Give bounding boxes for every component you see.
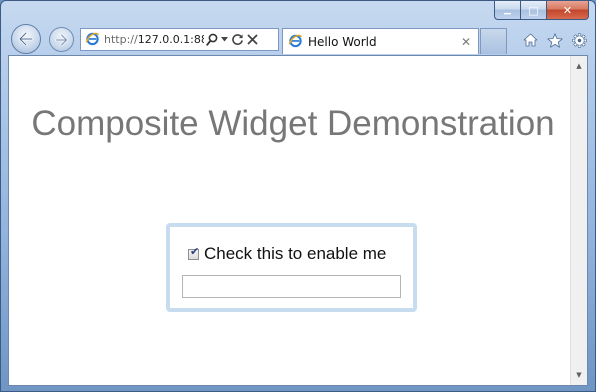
composite-text-input[interactable] xyxy=(182,275,401,298)
maximize-icon: □ xyxy=(528,3,539,17)
page-content: Composite Widget Demonstration ✔ Check t… xyxy=(8,55,588,386)
forward-arrow-icon xyxy=(55,33,68,46)
address-bar[interactable]: http://127.0.0.1:888 xyxy=(80,28,279,51)
browser-tool-icons xyxy=(523,29,587,51)
scroll-down-icon[interactable]: ▼ xyxy=(571,367,587,383)
tab-title: Hello World xyxy=(308,34,377,49)
address-host: 127.0.0.1:888 xyxy=(137,33,204,46)
tab-hello-world[interactable]: Hello World ✕ xyxy=(282,28,479,54)
ie-page-icon xyxy=(85,31,100,49)
composite-widget-panel: ✔ Check this to enable me xyxy=(166,223,417,312)
minimize-button[interactable]: ▁ xyxy=(494,1,520,20)
refresh-icon[interactable] xyxy=(231,33,244,46)
minimize-icon: ▁ xyxy=(504,4,511,15)
tab-close-button[interactable]: ✕ xyxy=(458,35,474,49)
browser-window: ▁ □ ✕ http://127.0.0.1:888 xyxy=(0,0,596,392)
back-button[interactable] xyxy=(11,24,41,54)
new-tab-button[interactable] xyxy=(480,28,507,54)
home-icon[interactable] xyxy=(523,33,538,47)
search-icon[interactable] xyxy=(206,33,218,46)
close-icon: ✕ xyxy=(562,3,573,17)
enable-checkbox-row[interactable]: ✔ Check this to enable me xyxy=(188,244,386,264)
address-tools xyxy=(206,33,258,46)
page-title: Composite Widget Demonstration xyxy=(31,104,555,143)
stop-icon[interactable] xyxy=(247,34,258,45)
maximize-button[interactable]: □ xyxy=(520,1,546,20)
address-protocol: http:// xyxy=(104,33,138,46)
checkmark-icon: ✔ xyxy=(190,245,200,258)
address-url[interactable]: http://127.0.0.1:888 xyxy=(104,33,204,46)
close-window-button[interactable]: ✕ xyxy=(546,1,589,20)
enable-checkbox-label[interactable]: Check this to enable me xyxy=(204,244,386,264)
window-caption-buttons: ▁ □ ✕ xyxy=(494,1,589,21)
chevron-down-icon[interactable] xyxy=(221,37,228,42)
favorites-star-icon[interactable] xyxy=(547,32,563,48)
ie-tab-icon xyxy=(288,33,303,51)
forward-button[interactable] xyxy=(49,27,74,52)
back-arrow-icon xyxy=(18,32,34,46)
gear-icon[interactable] xyxy=(572,32,587,48)
scroll-up-icon[interactable]: ▲ xyxy=(571,58,587,74)
enable-checkbox[interactable]: ✔ xyxy=(188,245,200,260)
vertical-scrollbar[interactable]: ▲ ▼ xyxy=(570,56,587,385)
